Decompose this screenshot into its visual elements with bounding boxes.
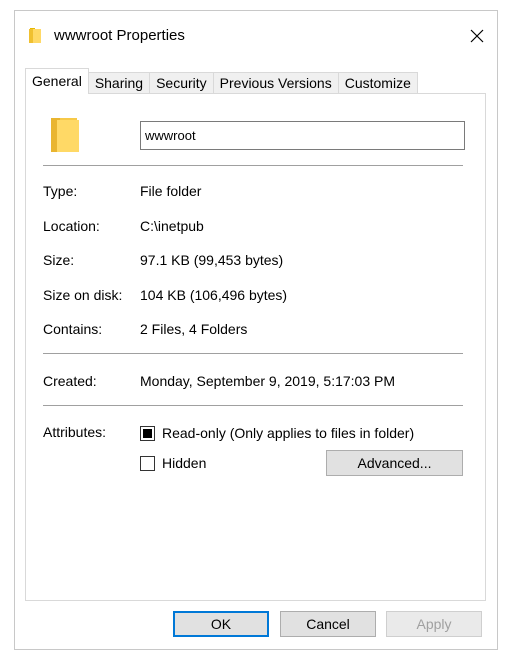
apply-button[interactable]: Apply	[386, 611, 482, 637]
type-value: File folder	[140, 183, 202, 199]
window-title: wwwroot Properties	[54, 27, 185, 44]
size-value: 97.1 KB (99,453 bytes)	[140, 252, 284, 268]
size-on-disk-label: Size on disk:	[43, 287, 123, 303]
ok-button[interactable]: OK	[173, 611, 269, 637]
tab-sharing[interactable]: Sharing	[87, 72, 151, 94]
type-label: Type:	[43, 183, 78, 199]
tab-strip: General Sharing Security Previous Versio…	[25, 68, 418, 94]
created-value: Monday, September 9, 2019, 5:17:03 PM	[140, 373, 396, 389]
close-button[interactable]	[457, 19, 497, 53]
close-icon	[470, 29, 484, 43]
cancel-button[interactable]: Cancel	[280, 611, 376, 637]
title-bar[interactable]: wwwroot Properties	[15, 11, 497, 59]
location-value: C:\inetpub	[140, 218, 204, 234]
folder-icon	[51, 118, 79, 152]
tab-customize[interactable]: Customize	[337, 72, 418, 94]
location-label: Location:	[43, 218, 100, 234]
hidden-label[interactable]: Hidden	[162, 455, 206, 471]
divider	[43, 165, 463, 166]
size-label: Size:	[43, 252, 75, 268]
divider	[43, 353, 463, 354]
tab-general[interactable]: General	[25, 68, 89, 94]
attributes-label: Attributes:	[43, 424, 107, 440]
contains-value: 2 Files, 4 Folders	[140, 321, 248, 337]
hidden-checkbox[interactable]	[140, 456, 155, 471]
created-label: Created:	[43, 373, 97, 389]
folder-icon	[29, 28, 41, 43]
folder-name-input[interactable]: wwwroot	[140, 121, 465, 150]
tab-security[interactable]: Security	[149, 72, 214, 94]
general-panel: wwwroot Type: File folder Location: C:\i…	[25, 93, 486, 601]
advanced-button[interactable]: Advanced...	[326, 450, 463, 476]
readonly-label[interactable]: Read-only (Only applies to files in fold…	[162, 425, 414, 441]
size-on-disk-value: 104 KB (106,496 bytes)	[140, 287, 288, 303]
contains-label: Contains:	[43, 321, 103, 337]
properties-dialog: wwwroot Properties General Sharing Secur…	[14, 10, 498, 650]
divider	[43, 405, 463, 406]
readonly-checkbox[interactable]	[140, 426, 155, 441]
tab-previous-versions[interactable]: Previous Versions	[212, 72, 339, 94]
